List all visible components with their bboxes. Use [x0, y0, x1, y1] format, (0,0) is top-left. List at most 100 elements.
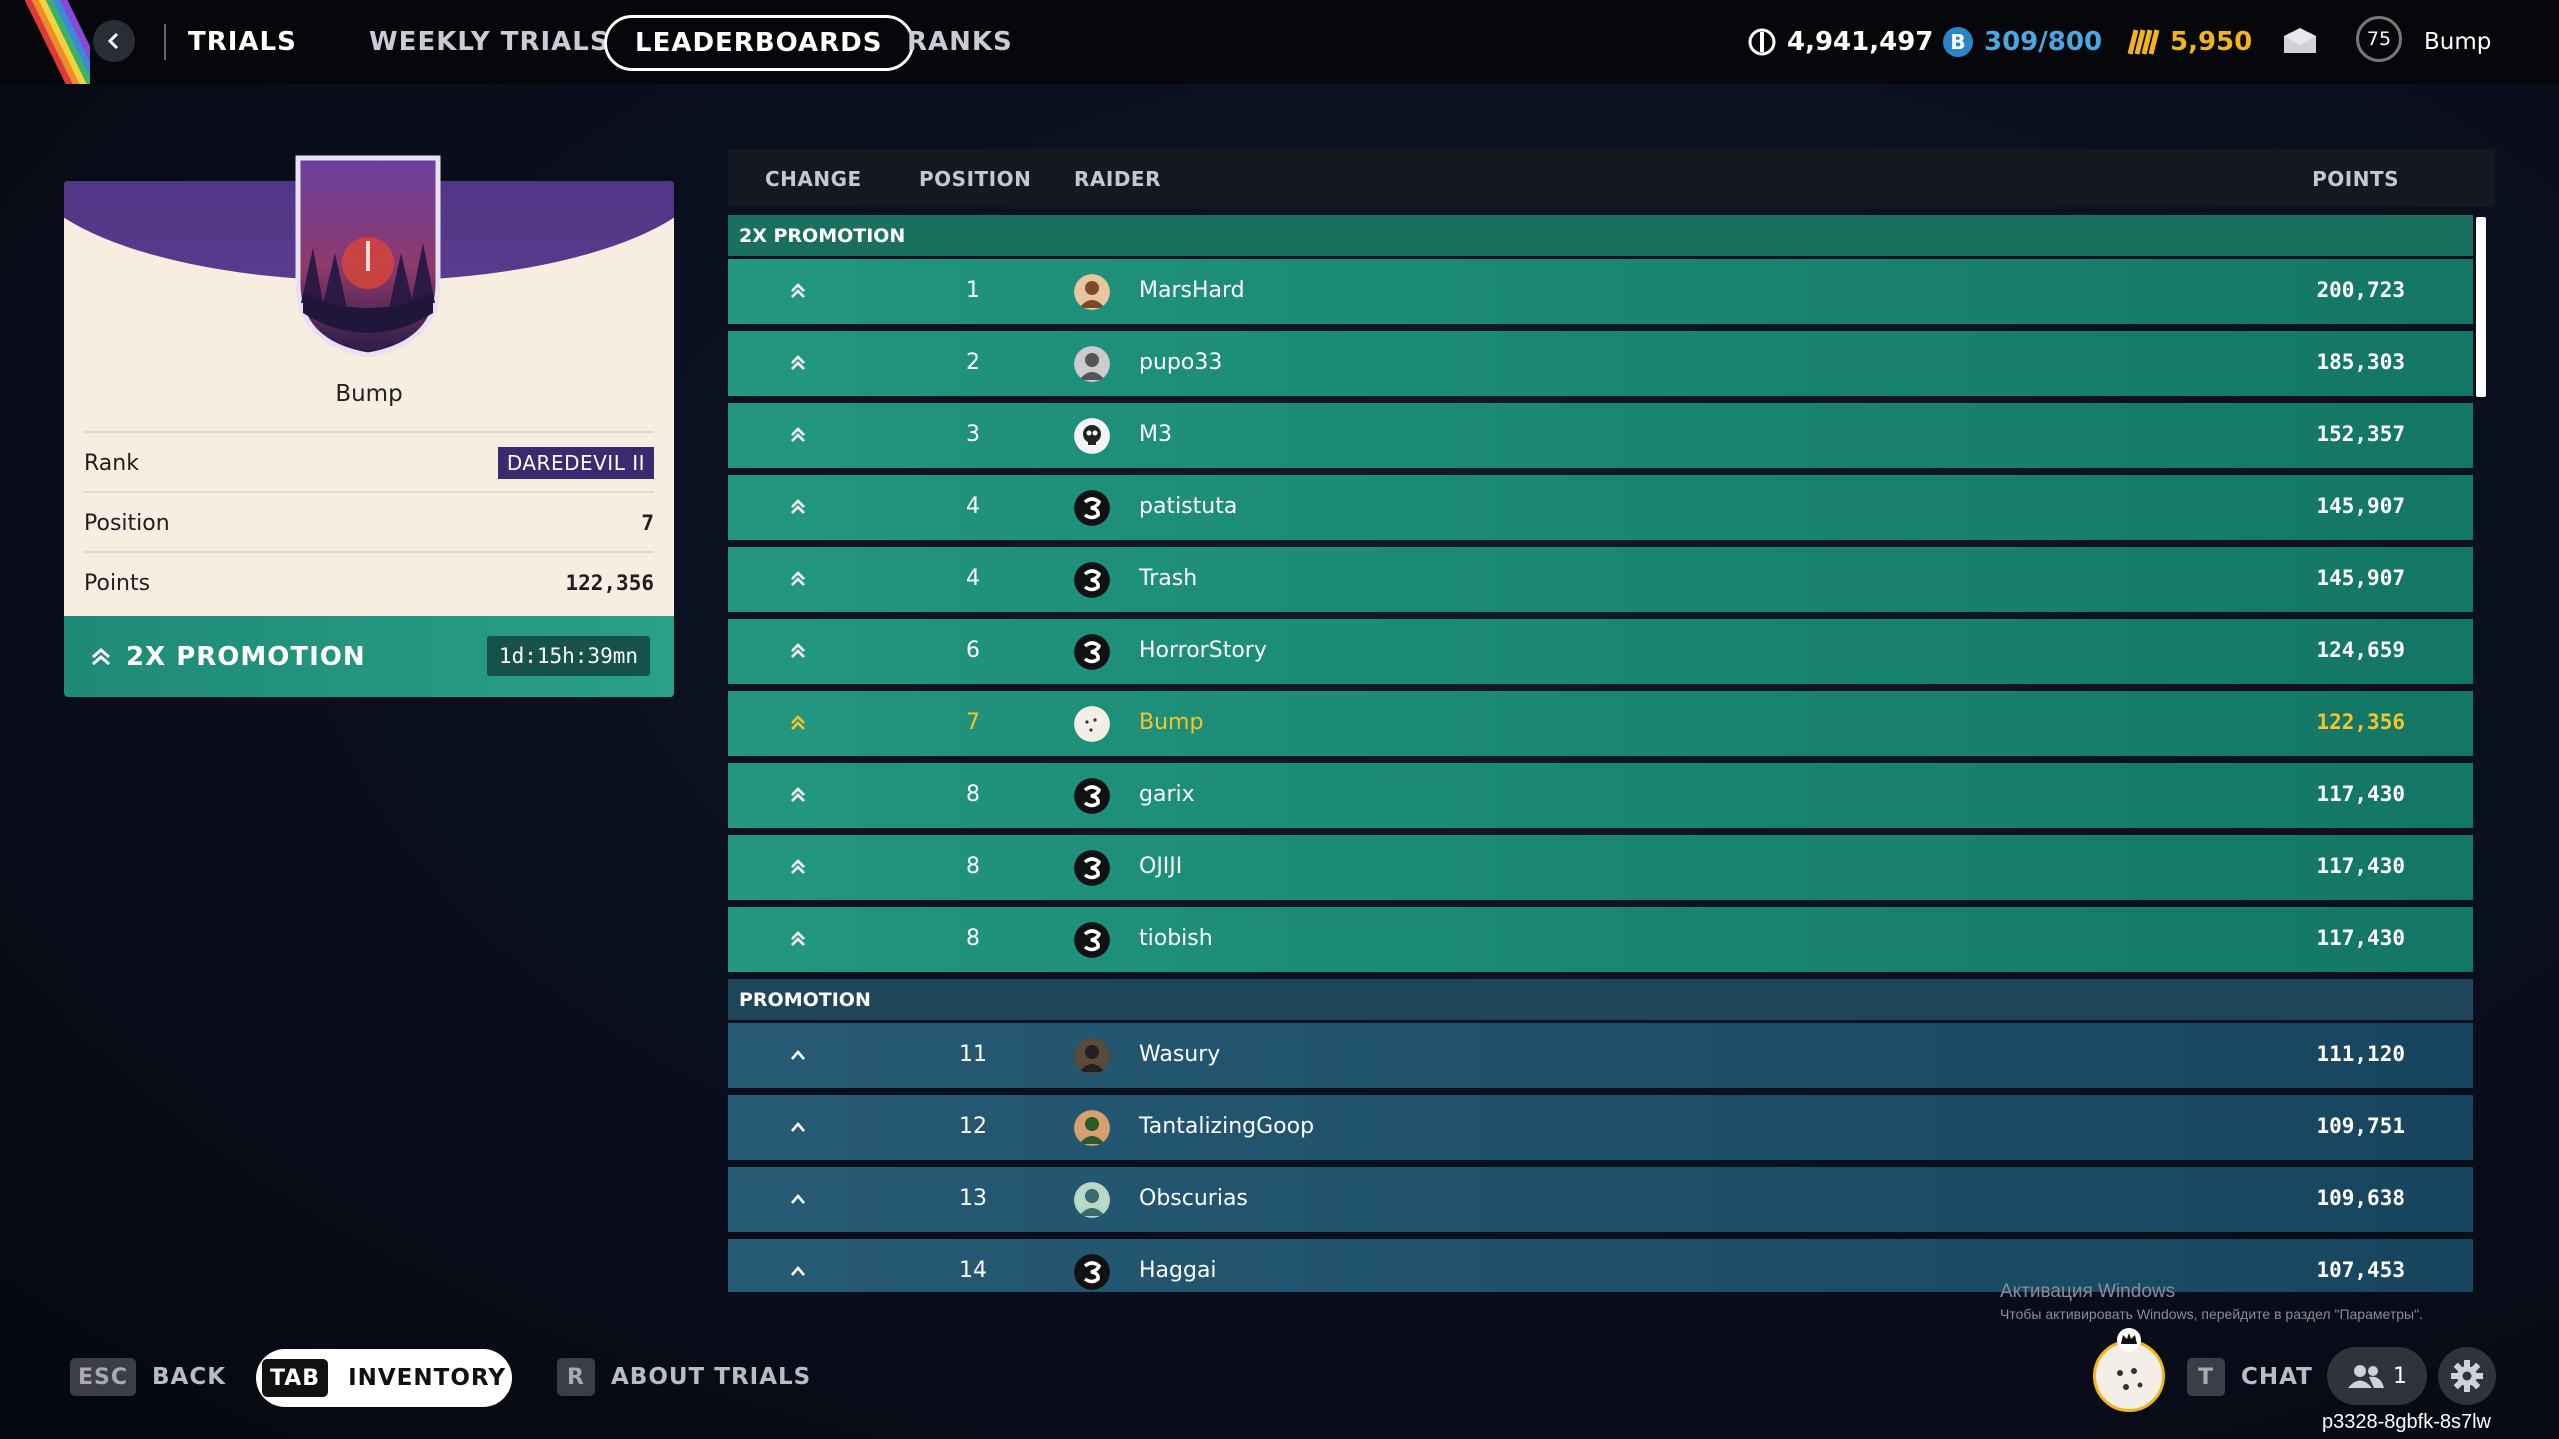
raider-avatar: [1074, 274, 1110, 310]
esc-keycap: ESC: [70, 1358, 137, 1396]
chevron-up-icon: [791, 1266, 805, 1276]
gold-cells-icon: [2127, 29, 2160, 55]
row-position: 1: [966, 278, 980, 303]
table-row[interactable]: 6 HorrorStory 124,659: [728, 619, 2473, 684]
raider-name[interactable]: OJIJI: [1139, 854, 1182, 879]
row-points: 117,430: [2316, 926, 2405, 950]
raider-name[interactable]: Obscurias: [1139, 1186, 1248, 1211]
double-chevron-up-icon: [791, 571, 805, 586]
raider-name[interactable]: M3: [1139, 422, 1172, 447]
raider-avatar: [1074, 490, 1110, 526]
windows-activation-title: Активация Windows: [2000, 1281, 2176, 1302]
r-keycap: R: [557, 1358, 595, 1396]
bits-icon: B: [1943, 27, 1973, 57]
row-points: 111,120: [2316, 1042, 2405, 1066]
row-position: 13: [959, 1186, 987, 1211]
windows-activation-subtitle: Чтобы активировать Windows, перейдите в …: [2000, 1306, 2423, 1322]
promotion-timer: 1d:15h:39mn: [486, 636, 650, 676]
raider-name[interactable]: patistuta: [1139, 494, 1237, 519]
raider-avatar: [1074, 346, 1110, 382]
row-points: 109,751: [2316, 1114, 2405, 1138]
tab-leaderboards[interactable]: LEADERBOARDS: [604, 15, 914, 71]
back-label: BACK: [152, 1364, 227, 1390]
points-label: Points: [84, 570, 151, 596]
table-row[interactable]: 14 Haggai 107,453: [728, 1239, 2473, 1292]
raider-avatar: [1074, 850, 1110, 886]
table-row-current-player[interactable]: 7 Bump 122,356: [728, 691, 2473, 756]
chevron-up-icon: [791, 1194, 805, 1204]
row-position: 2: [966, 350, 980, 375]
raider-name[interactable]: Haggai: [1139, 1258, 1217, 1283]
promotion-status-bar: 2X PROMOTION 1d:15h:39mn: [64, 616, 674, 697]
tab-keycap: TAB: [261, 1359, 329, 1397]
col-raider: RAIDER: [1074, 167, 1161, 191]
raider-name[interactable]: Bump: [1139, 710, 1203, 735]
table-row[interactable]: 12 TantalizingGoop 109,751: [728, 1095, 2473, 1160]
player-card: Bump Rank DAREDEVIL II Position 7 Points…: [64, 155, 674, 697]
t-keycap: T: [2187, 1358, 2225, 1396]
raider-name[interactable]: Trash: [1139, 566, 1197, 591]
table-row[interactable]: 8 OJIJI 117,430: [728, 835, 2473, 900]
table-row[interactable]: 13 Obscurias 109,638: [728, 1167, 2473, 1232]
raider-avatar: [1074, 562, 1110, 598]
raider-name[interactable]: garix: [1139, 782, 1195, 807]
raider-name[interactable]: HorrorStory: [1139, 638, 1267, 663]
friends-button[interactable]: 1: [2327, 1347, 2427, 1405]
raider-avatar: [1074, 1254, 1110, 1290]
back-arrow-button[interactable]: [93, 20, 135, 62]
row-points: 109,638: [2316, 1186, 2405, 1210]
row-position: 4: [966, 494, 980, 519]
chat-hotkey[interactable]: T CHAT: [2187, 1357, 2313, 1397]
col-position: POSITION: [919, 167, 1032, 191]
leaderboard-scrollbar[interactable]: [2476, 217, 2486, 397]
header-username[interactable]: Bump: [2424, 22, 2491, 62]
raider-name[interactable]: tiobish: [1139, 926, 1213, 951]
row-position: 8: [966, 854, 980, 879]
raider-avatar: [1074, 778, 1110, 814]
table-row[interactable]: 11 Wasury 111,120: [728, 1023, 2473, 1088]
row-position: 4: [966, 566, 980, 591]
table-row[interactable]: 4 Trash 145,907: [728, 547, 2473, 612]
coin-icon: [1748, 28, 1776, 56]
title-divider: [164, 24, 166, 60]
double-chevron-up-icon: [92, 647, 110, 665]
raider-name[interactable]: pupo33: [1139, 350, 1222, 375]
about-trials-hotkey[interactable]: R ABOUT TRIALS: [557, 1357, 811, 1397]
table-row[interactable]: 2 pupo33 185,303: [728, 331, 2473, 396]
section-promotion: PROMOTION: [728, 979, 2473, 1020]
double-chevron-up-icon: [791, 427, 805, 442]
tab-weekly-trials[interactable]: WEEKLY TRIALS: [369, 22, 610, 62]
table-row[interactable]: 4 patistuta 145,907: [728, 475, 2473, 540]
row-points: 145,907: [2316, 566, 2405, 590]
position-label: Position: [84, 510, 170, 536]
raider-name[interactable]: MarsHard: [1139, 278, 1245, 303]
table-row[interactable]: 1 MarsHard 200,723: [728, 259, 2473, 324]
page-title: TRIALS: [188, 27, 297, 57]
currency-b: B 309/800: [1942, 22, 2102, 62]
row-points: 145,907: [2316, 494, 2405, 518]
inventory-button[interactable]: TAB INVENTORY: [256, 1349, 512, 1407]
row-position: 8: [966, 782, 980, 807]
row-position: 7: [966, 710, 980, 735]
table-row[interactable]: 8 garix 117,430: [728, 763, 2473, 828]
double-chevron-up-icon: [791, 715, 805, 730]
table-row[interactable]: 3 M3 152,357: [728, 403, 2473, 468]
rank-label: Rank: [84, 450, 139, 476]
back-hotkey[interactable]: ESC BACK: [70, 1357, 226, 1397]
tab-ranks[interactable]: RANKS: [907, 22, 1013, 62]
chevron-up-icon: [791, 1050, 805, 1060]
raider-avatar: [1074, 418, 1110, 454]
mail-icon[interactable]: [2283, 28, 2317, 58]
leaderboard-rows[interactable]: 2X PROMOTION 1 MarsHard 200,723 2 pupo33 185,…: [728, 215, 2473, 1292]
col-points: POINTS: [2312, 167, 2399, 191]
raider-name[interactable]: TantalizingGoop: [1139, 1114, 1314, 1139]
raider-name[interactable]: Wasury: [1139, 1042, 1220, 1067]
double-chevron-up-icon: [791, 643, 805, 658]
settings-button[interactable]: [2438, 1347, 2496, 1405]
table-row[interactable]: 8 tiobish 117,430: [728, 907, 2473, 972]
row-points: 124,659: [2316, 638, 2405, 662]
currency-c: 5,950: [2126, 22, 2252, 62]
svg-text:B: B: [1950, 30, 1965, 54]
double-chevron-up-icon: [791, 355, 805, 370]
points-value: 122,356: [565, 571, 654, 595]
